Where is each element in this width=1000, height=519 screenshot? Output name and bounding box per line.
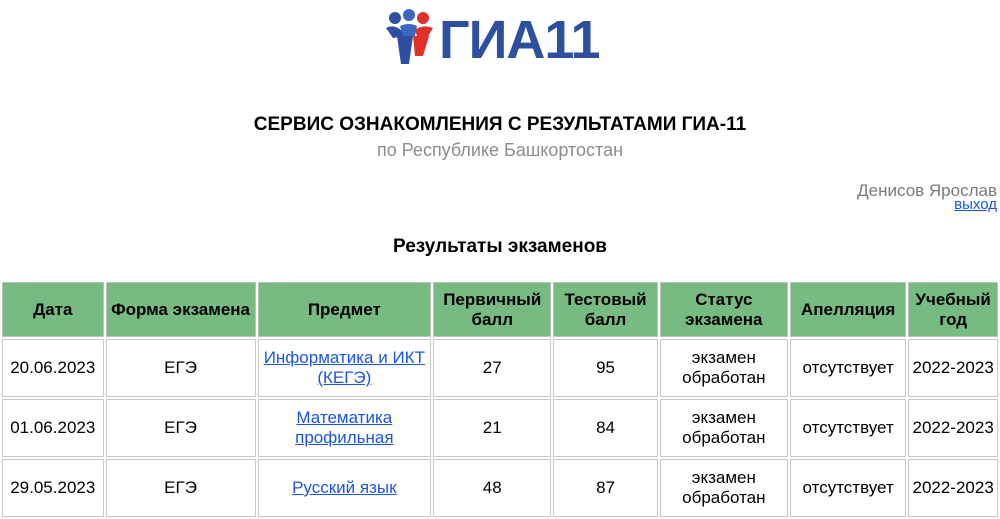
column-header-subject: Предмет	[257, 282, 432, 337]
cell-primary-score: 48	[433, 459, 552, 517]
subject-link[interactable]: Русский язык	[292, 478, 396, 497]
cell-year: 2022-2023	[908, 339, 998, 397]
cell-status: экзамен обработан	[659, 459, 788, 517]
cell-form: ЕГЭ	[105, 399, 256, 457]
results-table: Дата Форма экзамена Предмет Первичный ба…	[0, 280, 1000, 519]
cell-subject: Информатика и ИКТ (КЕГЭ)	[257, 339, 432, 397]
cell-status: экзамен обработан	[659, 399, 788, 457]
cell-date: 20.06.2023	[2, 339, 104, 397]
table-row: 01.06.2023 ЕГЭ Математика профильная 21 …	[2, 399, 998, 457]
column-header-form: Форма экзамена	[105, 282, 256, 337]
cell-year: 2022-2023	[908, 399, 998, 457]
cell-subject: Математика профильная	[257, 399, 432, 457]
cell-appeal: отсутствует	[789, 459, 907, 517]
page-title: СЕРВИС ОЗНАКОМЛЕНИЯ С РЕЗУЛЬТАТАМИ ГИА-1…	[253, 114, 747, 135]
cell-primary-score: 27	[433, 339, 552, 397]
column-header-primary-score: Первичный балл	[433, 282, 552, 337]
column-header-date: Дата	[2, 282, 104, 337]
column-header-year: Учебный год	[908, 282, 998, 337]
people-figures-logo-icon	[386, 9, 433, 64]
table-row: 29.05.2023 ЕГЭ Русский язык 48 87 экзаме…	[2, 459, 998, 517]
page-subtitle: по Республике Башкортостан	[376, 140, 624, 160]
column-header-status: Статус экзамена	[659, 282, 788, 337]
results-title: Результаты экзаменов	[393, 236, 607, 257]
cell-appeal: отсутствует	[789, 339, 907, 397]
cell-date: 01.06.2023	[2, 399, 104, 457]
column-header-test-score: Тестовый балл	[553, 282, 658, 337]
cell-test-score: 95	[553, 339, 658, 397]
table-row: 20.06.2023 ЕГЭ Информатика и ИКТ (КЕГЭ) …	[2, 339, 998, 397]
cell-date: 29.05.2023	[2, 459, 104, 517]
cell-subject: Русский язык	[257, 459, 432, 517]
logo-text: ГИА11	[439, 10, 601, 70]
cell-test-score: 87	[553, 459, 658, 517]
cell-status: экзамен обработан	[659, 339, 788, 397]
table-header-row: Дата Форма экзамена Предмет Первичный ба…	[2, 282, 998, 337]
gia11-logo: ГИА11	[383, 8, 623, 70]
logout-link[interactable]: выход	[954, 196, 997, 214]
cell-appeal: отсутствует	[789, 399, 907, 457]
cell-form: ЕГЭ	[105, 339, 256, 397]
subject-link[interactable]: Информатика и ИКТ (КЕГЭ)	[264, 348, 425, 387]
subject-link[interactable]: Математика профильная	[295, 408, 393, 447]
cell-form: ЕГЭ	[105, 459, 256, 517]
cell-test-score: 84	[553, 399, 658, 457]
cell-primary-score: 21	[433, 399, 552, 457]
cell-year: 2022-2023	[908, 459, 998, 517]
column-header-appeal: Апелляция	[789, 282, 907, 337]
